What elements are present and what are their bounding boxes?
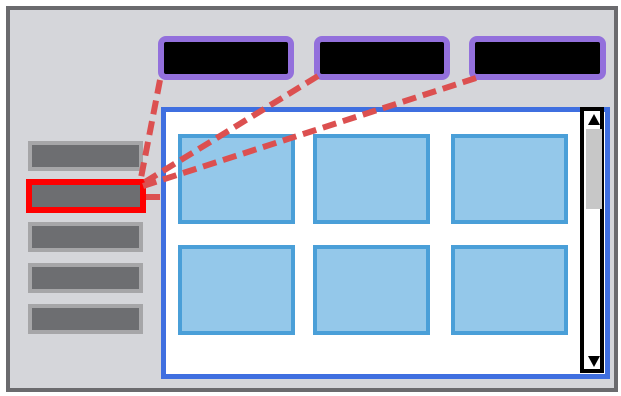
sidebar-item-4[interactable] bbox=[28, 263, 143, 293]
triangle-up-icon bbox=[588, 113, 600, 125]
sidebar-item-2-selected[interactable] bbox=[26, 179, 146, 213]
grid-tile-3[interactable] bbox=[451, 134, 568, 224]
sidebar-item-5[interactable] bbox=[28, 304, 143, 334]
tab-2[interactable] bbox=[314, 36, 450, 80]
tab-3[interactable] bbox=[469, 36, 606, 80]
grid-tile-4[interactable] bbox=[178, 245, 295, 335]
sidebar-item-3[interactable] bbox=[28, 222, 143, 252]
scroll-down-button[interactable] bbox=[586, 354, 602, 368]
triangle-down-icon bbox=[588, 355, 600, 367]
vertical-scrollbar[interactable] bbox=[580, 107, 604, 373]
grid-tile-2[interactable] bbox=[313, 134, 430, 224]
tab-1[interactable] bbox=[158, 36, 294, 80]
scrollbar-thumb[interactable] bbox=[586, 129, 602, 209]
grid-tile-6[interactable] bbox=[451, 245, 568, 335]
scroll-up-button[interactable] bbox=[586, 112, 602, 126]
grid-tile-5[interactable] bbox=[313, 245, 430, 335]
sidebar-item-1[interactable] bbox=[28, 141, 143, 171]
grid-tile-1[interactable] bbox=[178, 134, 295, 224]
